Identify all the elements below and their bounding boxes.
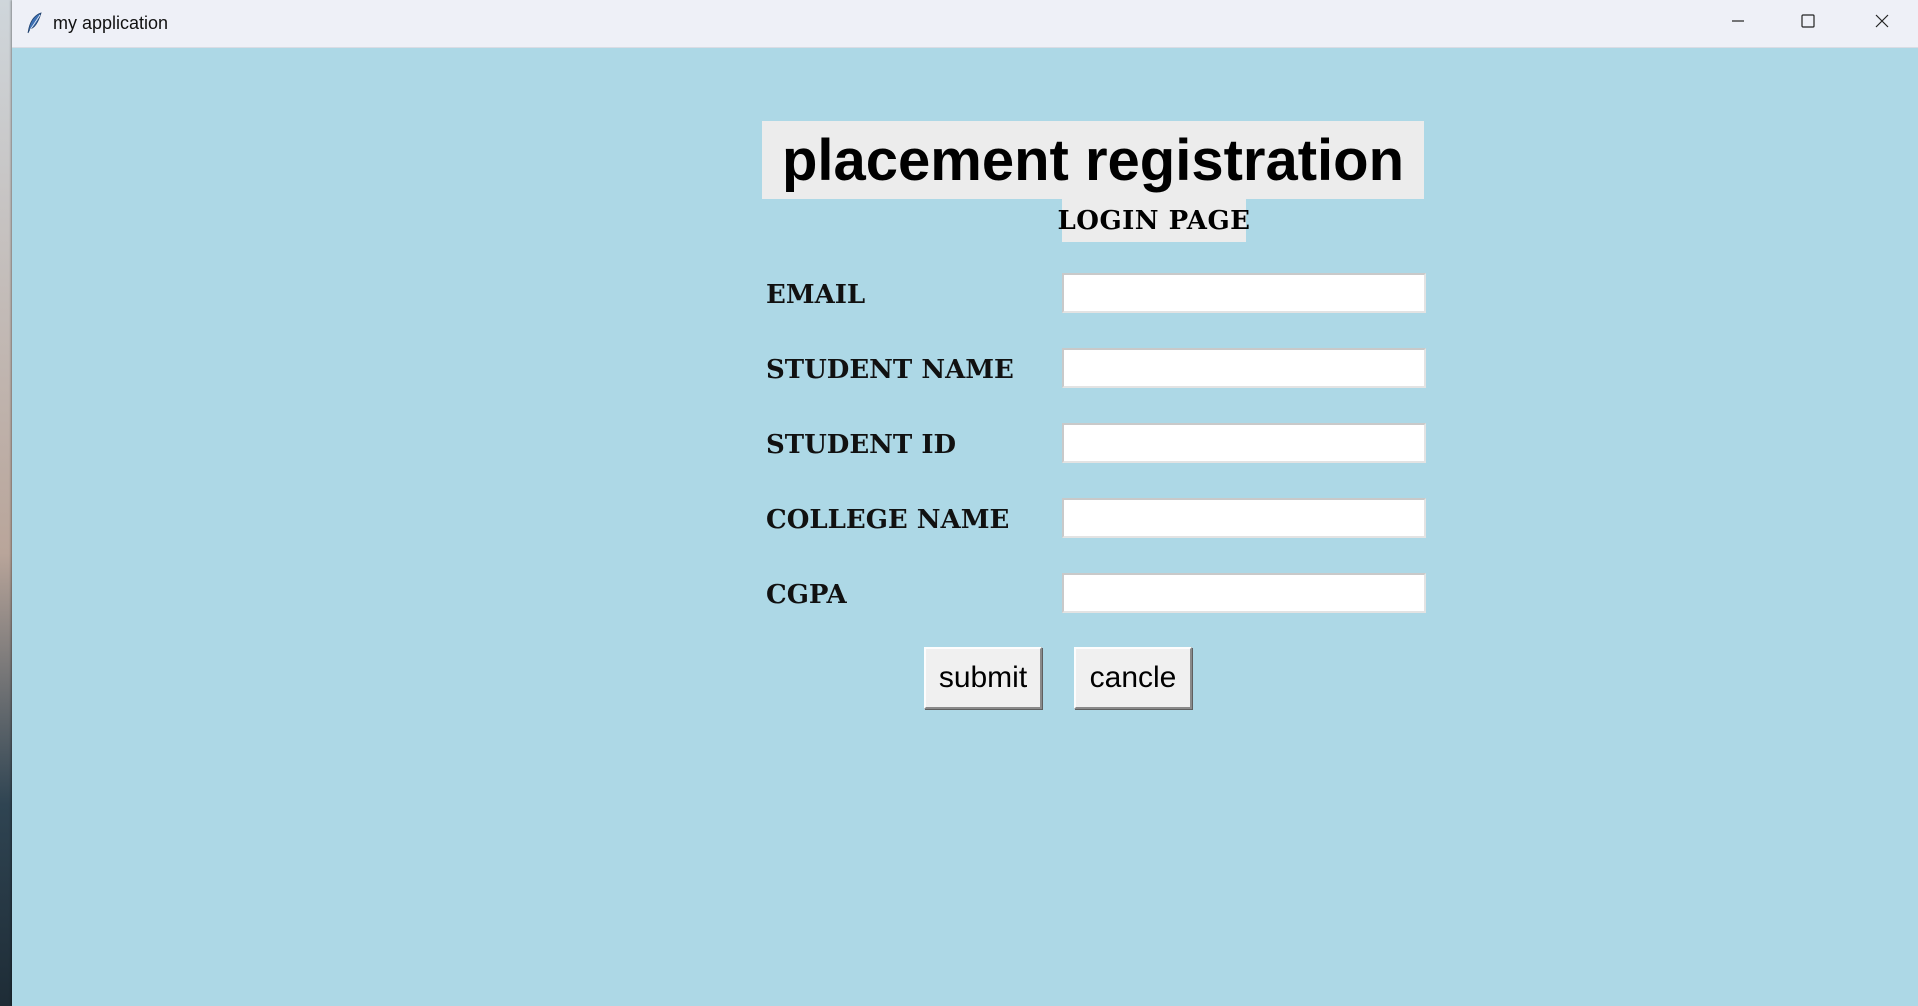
student-id-field[interactable] bbox=[1062, 423, 1426, 463]
minimize-button[interactable] bbox=[1704, 0, 1772, 46]
page-title: placement registration bbox=[762, 121, 1424, 199]
close-button[interactable] bbox=[1848, 0, 1916, 46]
student-name-label: STUDENT NAME bbox=[766, 355, 1014, 385]
close-icon bbox=[1874, 13, 1890, 34]
cgpa-field[interactable] bbox=[1062, 573, 1426, 613]
submit-button[interactable]: submit bbox=[924, 647, 1042, 709]
feather-icon bbox=[26, 12, 44, 34]
college-name-label: COLLEGE NAME bbox=[766, 505, 1010, 535]
email-field[interactable] bbox=[1062, 273, 1426, 313]
maximize-button[interactable] bbox=[1774, 0, 1842, 46]
cgpa-label: CGPA bbox=[766, 580, 847, 610]
maximize-icon bbox=[1800, 13, 1816, 34]
title-bar[interactable]: my application bbox=[12, 0, 1918, 48]
minimize-icon bbox=[1730, 13, 1746, 34]
window-title: my application bbox=[53, 13, 169, 33]
student-id-label: STUDENT ID bbox=[766, 430, 957, 460]
college-name-field[interactable] bbox=[1062, 498, 1426, 538]
student-name-field[interactable] bbox=[1062, 348, 1426, 388]
app-window: my application placement registration LO… bbox=[12, 0, 1918, 1006]
cancel-button[interactable]: cancle bbox=[1074, 647, 1192, 709]
login-page-label: LOGIN PAGE bbox=[1058, 199, 1250, 242]
email-label: EMAIL bbox=[766, 280, 866, 310]
